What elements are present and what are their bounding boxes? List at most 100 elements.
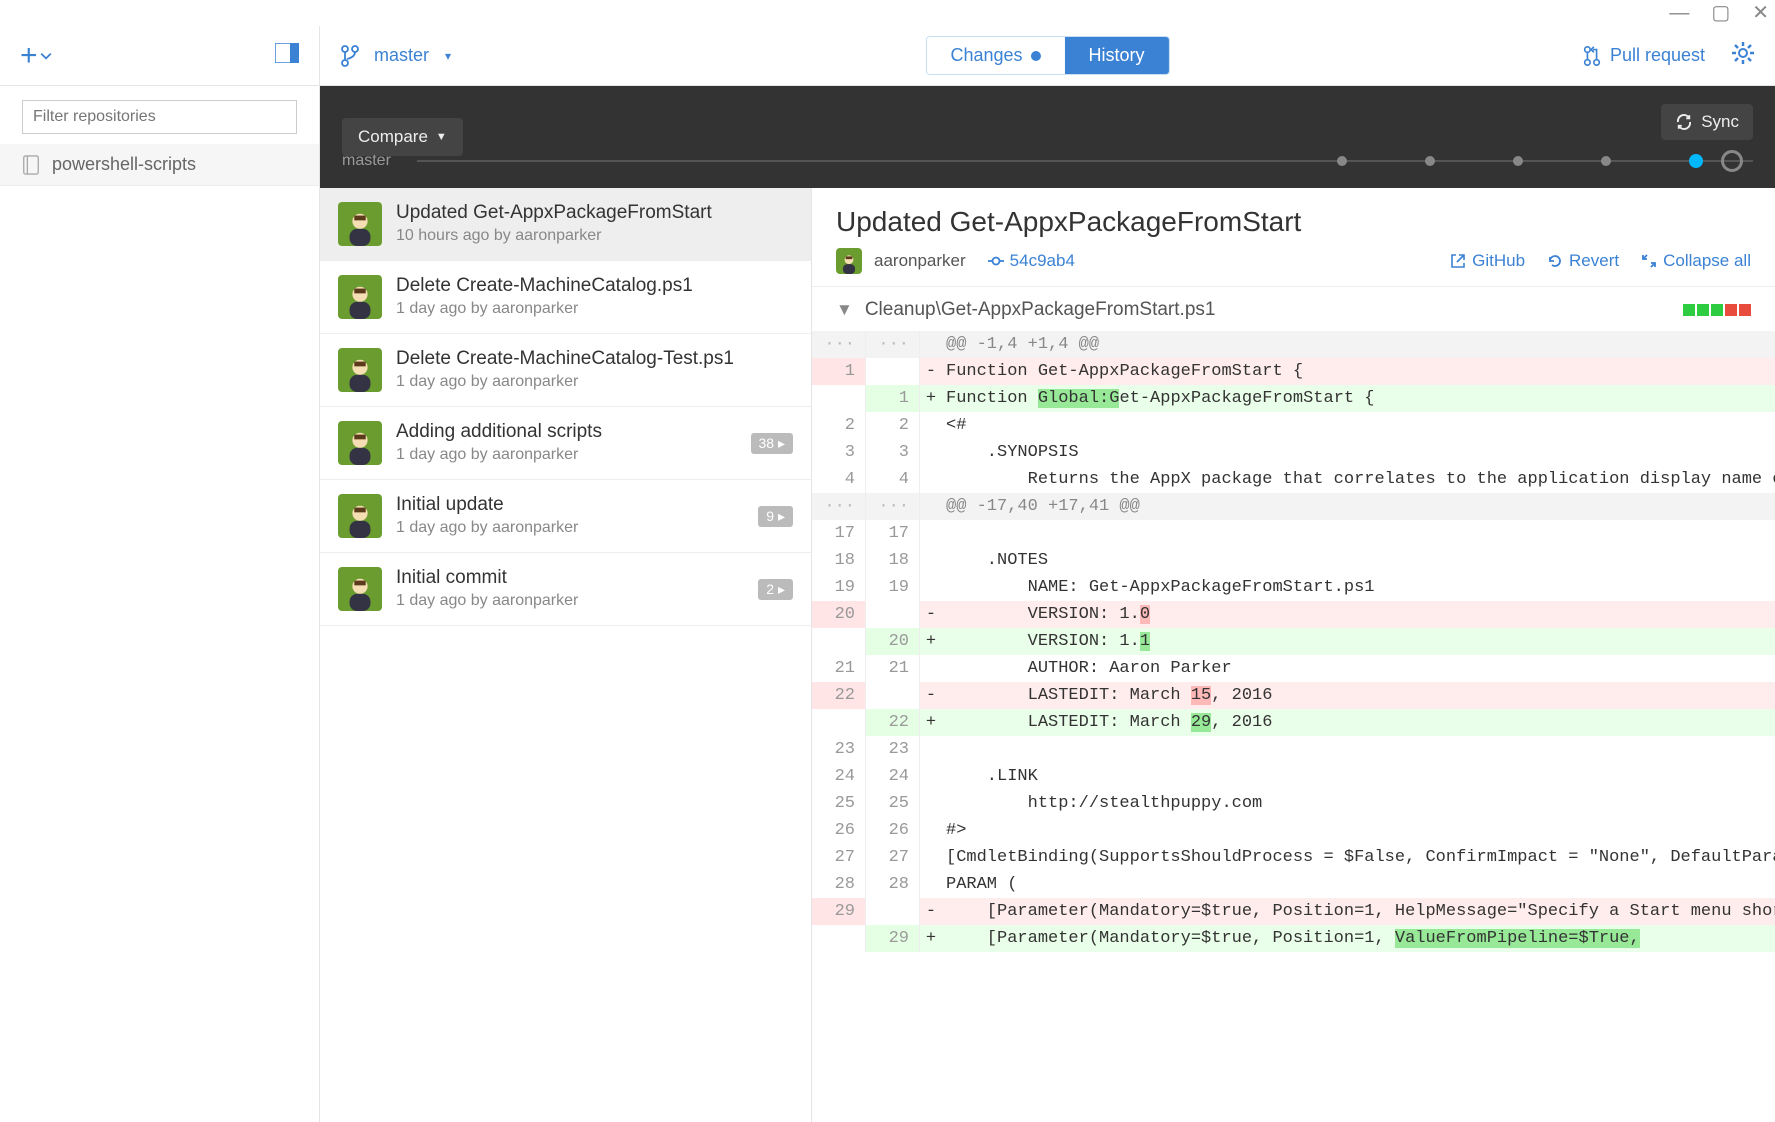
commit-item[interactable]: Delete Create-MachineCatalog-Test.ps1 1 d… [320, 334, 811, 407]
branch-icon [340, 44, 360, 68]
commit-avatar [338, 567, 382, 611]
commit-avatar [338, 494, 382, 538]
open-github-link[interactable]: GitHub [1450, 251, 1525, 271]
filter-repos-input[interactable] [22, 100, 297, 134]
collapse-icon [1641, 253, 1657, 269]
sync-button[interactable]: Sync [1661, 104, 1753, 140]
compare-button[interactable]: Compare ▼ [342, 118, 463, 156]
tab-changes[interactable]: Changes [926, 37, 1064, 74]
diff-line: 20+ VERSION: 1.1 [812, 628, 1775, 655]
revert-button[interactable]: Revert [1547, 251, 1619, 271]
diff-line: 29+ [Parameter(Mandatory=$true, Position… [812, 925, 1775, 952]
pull-request-icon [1582, 45, 1602, 67]
author-name: aaronparker [874, 251, 966, 271]
revert-icon [1547, 253, 1563, 269]
commit-title: Updated Get-AppxPackageFromStart [396, 202, 712, 225]
toggle-panel-icon[interactable] [275, 43, 299, 68]
commit-avatar [338, 275, 382, 319]
commit-avatar [338, 421, 382, 465]
commit-meta: 10 hours ago by aaronparker [396, 227, 712, 245]
diff-line: 2525 http://stealthpuppy.com [812, 790, 1775, 817]
commit-meta: 1 day ago by aaronparker [396, 446, 602, 464]
commit-title: Initial commit [396, 567, 578, 590]
repo-name: powershell-scripts [52, 154, 196, 175]
repo-icon [22, 155, 40, 175]
diff-file-path: Cleanup\Get-AppxPackageFromStart.ps1 [865, 299, 1216, 321]
diff-line: 2727 [CmdletBinding(SupportsShouldProces… [812, 844, 1775, 871]
diff-line: 22+ LASTEDIT: March 29, 2016 [812, 709, 1775, 736]
commit-meta: 1 day ago by aaronparker [396, 592, 578, 610]
commit-title: Delete Create-MachineCatalog-Test.ps1 [396, 348, 734, 371]
diff-view[interactable]: ······ @@ -1,4 +1,4 @@1-Function Get-App… [812, 331, 1775, 1122]
diff-line: 1-Function Get-AppxPackageFromStart { [812, 358, 1775, 385]
close-button[interactable]: ✕ [1752, 3, 1769, 23]
diff-stat-squares [1683, 304, 1751, 316]
commit-item[interactable]: Adding additional scripts 1 day ago by aa… [320, 407, 811, 480]
timeline-head-icon [1721, 150, 1743, 172]
sync-icon [1675, 113, 1693, 131]
commit-icon [988, 253, 1004, 269]
branch-selector[interactable]: master ▾ [340, 44, 451, 68]
commit-detail: Updated Get-AppxPackageFromStart aaronpa… [812, 188, 1775, 1122]
diff-line: 1717 [812, 520, 1775, 547]
commit-timeline[interactable]: master [342, 152, 1753, 170]
topbar: master ▾ Changes History [320, 26, 1775, 86]
window-controls: — ▢ ✕ [0, 0, 1775, 26]
chevron-down-icon [40, 50, 52, 62]
diff-line: 22 <# [812, 412, 1775, 439]
changes-indicator-dot [1031, 51, 1041, 61]
sidebar: + powershell-scripts [0, 26, 320, 1122]
diff-line: 1919 NAME: Get-AppxPackageFromStart.ps1 [812, 574, 1775, 601]
commit-item[interactable]: Initial commit 1 day ago by aaronparker 2 … [320, 553, 811, 626]
commit-avatar [338, 202, 382, 246]
commit-detail-title: Updated Get-AppxPackageFromStart [836, 206, 1751, 238]
diff-line: ······ @@ -17,40 +17,41 @@ [812, 493, 1775, 520]
external-link-icon [1450, 253, 1466, 269]
gear-icon [1731, 41, 1755, 65]
commit-item[interactable]: Initial update 1 day ago by aaronparker 9 … [320, 480, 811, 553]
commit-title: Adding additional scripts [396, 421, 602, 444]
minimize-button[interactable]: — [1669, 3, 1689, 23]
maximize-button[interactable]: ▢ [1711, 3, 1730, 23]
diff-line: 2121 AUTHOR: Aaron Parker [812, 655, 1775, 682]
diff-line: 2323 [812, 736, 1775, 763]
author-avatar [836, 248, 862, 274]
repo-item[interactable]: powershell-scripts [0, 144, 319, 186]
tab-history[interactable]: History [1065, 37, 1169, 74]
diff-line: 2828 PARAM ( [812, 871, 1775, 898]
diff-line: ······ @@ -1,4 +1,4 @@ [812, 331, 1775, 358]
timeline-branch-label: master [342, 152, 391, 170]
settings-button[interactable] [1731, 41, 1755, 70]
chevron-down-icon: ▼ [836, 300, 853, 320]
diff-line: 22- LASTEDIT: March 15, 2016 [812, 682, 1775, 709]
view-tabs: Changes History [925, 36, 1169, 75]
diff-line: 1818 .NOTES [812, 547, 1775, 574]
diff-file-header[interactable]: ▼ Cleanup\Get-AppxPackageFromStart.ps1 [812, 286, 1775, 331]
chevron-down-icon: ▼ [436, 131, 447, 143]
commit-sha-link[interactable]: 54c9ab4 [988, 251, 1075, 271]
diff-line: 29- [Parameter(Mandatory=$true, Position… [812, 898, 1775, 925]
commit-list: Updated Get-AppxPackageFromStart 10 hours… [320, 188, 812, 1122]
commit-meta: 1 day ago by aaronparker [396, 300, 693, 318]
commit-meta: 1 day ago by aaronparker [396, 519, 578, 537]
chevron-down-icon: ▾ [445, 49, 451, 63]
diff-line: 2626 #> [812, 817, 1775, 844]
diff-line: 1+Function Global:Get-AppxPackageFromSta… [812, 385, 1775, 412]
add-repo-button[interactable]: + [20, 39, 52, 73]
file-count-badge: 2 ▸ [758, 579, 793, 600]
commit-title: Initial update [396, 494, 578, 517]
diff-line: 33 .SYNOPSIS [812, 439, 1775, 466]
commit-item[interactable]: Delete Create-MachineCatalog.ps1 1 day ag… [320, 261, 811, 334]
diff-line: 20- VERSION: 1.0 [812, 601, 1775, 628]
pull-request-button[interactable]: Pull request [1582, 45, 1705, 67]
collapse-all-button[interactable]: Collapse all [1641, 251, 1751, 271]
branch-name: master [374, 45, 429, 66]
diff-line: 2424 .LINK [812, 763, 1775, 790]
file-count-badge: 9 ▸ [758, 506, 793, 527]
diff-line: 44 Returns the AppX package that correla… [812, 466, 1775, 493]
commit-avatar [338, 348, 382, 392]
compare-strip: Compare ▼ Sync master [320, 86, 1775, 188]
commit-meta: 1 day ago by aaronparker [396, 373, 734, 391]
commit-item[interactable]: Updated Get-AppxPackageFromStart 10 hours… [320, 188, 811, 261]
commit-title: Delete Create-MachineCatalog.ps1 [396, 275, 693, 298]
